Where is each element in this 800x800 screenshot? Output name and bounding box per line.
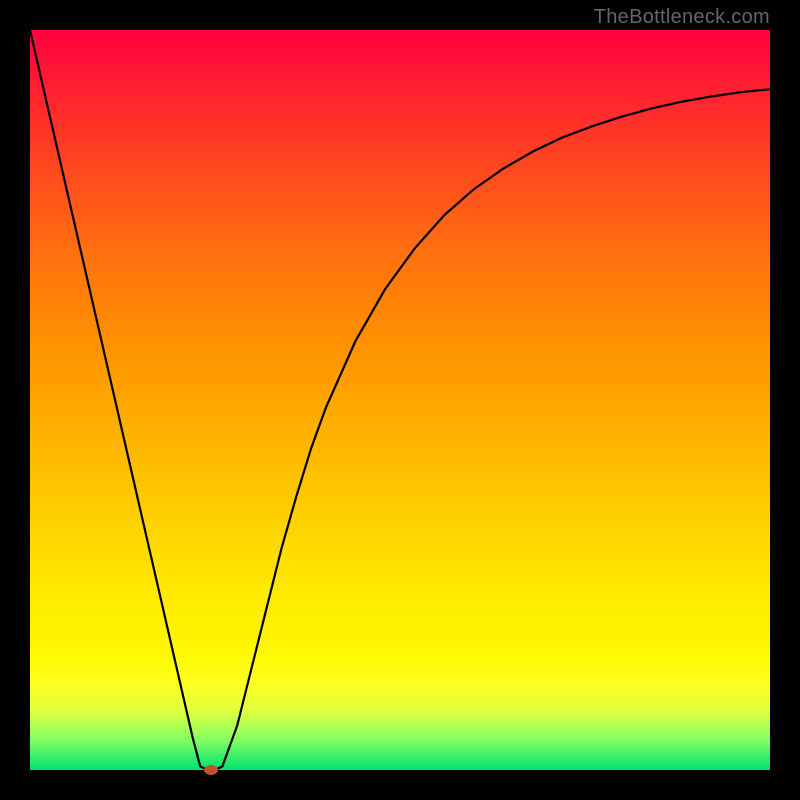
optimal-point-marker	[204, 765, 218, 775]
bottleneck-plot	[30, 30, 770, 770]
attribution-text: TheBottleneck.com	[594, 6, 770, 29]
bottleneck-curve	[30, 30, 770, 770]
chart-frame: TheBottleneck.com	[0, 0, 800, 800]
